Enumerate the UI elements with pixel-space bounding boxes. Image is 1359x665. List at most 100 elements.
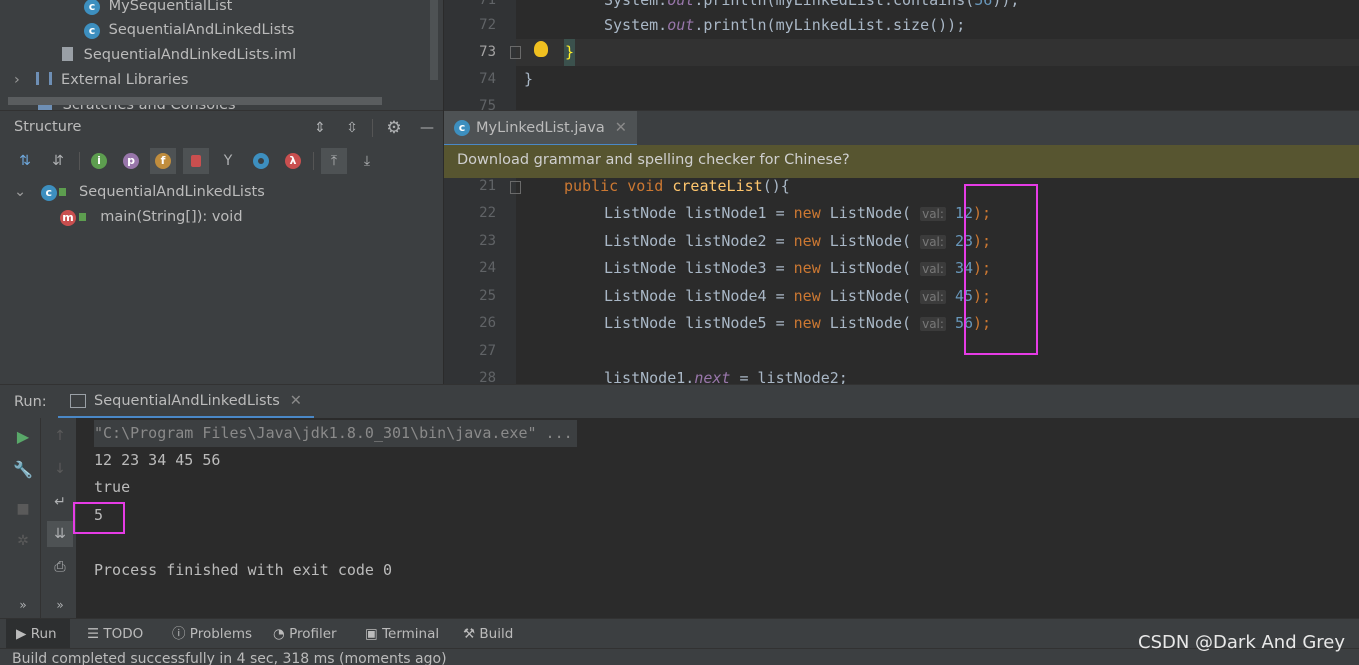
line-number: 26 — [479, 315, 496, 331]
line-number: 21 — [479, 178, 496, 194]
more-icon[interactable]: » — [10, 592, 36, 618]
show-lambdas-icon[interactable]: λ — [280, 148, 306, 174]
class-icon: c — [84, 0, 100, 15]
code-line-28: listNode1.next = listNode2; — [604, 369, 848, 384]
show-properties-icon[interactable]: p — [118, 148, 144, 174]
show-fields-icon[interactable]: f — [150, 148, 176, 174]
soft-wrap-icon[interactable]: ↵ — [47, 489, 73, 515]
public-lock-icon — [59, 188, 67, 196]
class-icon: c — [84, 23, 100, 39]
line-number: 72 — [479, 17, 496, 33]
tree-item-iml[interactable]: SequentialAndLinkedLists.iml — [62, 43, 296, 67]
code-line-21: public void createList(){ — [564, 177, 790, 195]
structure-method-node[interactable]: m main(String[]): void — [60, 205, 243, 229]
horizontal-scrollbar[interactable] — [8, 97, 382, 105]
code-line-listnode: ListNode listNode4 = new ListNode( val: … — [604, 287, 992, 305]
wrench-icon[interactable]: 🔧 — [10, 456, 36, 482]
editor-tab-strip: c MyLinkedList.java ✕ — [444, 110, 1359, 147]
class-icon: c — [40, 185, 57, 201]
tab-mylinkedlist[interactable]: c MyLinkedList.java ✕ — [444, 111, 637, 147]
sort-by-visibility-icon[interactable]: ⇅ — [12, 148, 38, 174]
show-non-public-icon[interactable] — [183, 148, 209, 174]
public-lock-icon — [78, 213, 86, 221]
code-line-72: System.out.println(myLinkedList.size()); — [604, 16, 966, 34]
library-icon — [36, 72, 53, 85]
run-left-toolbar: ▶ 🔧 ■ ✲ » ↑ ↓ ↵ ⇊ ⎙ » — [0, 418, 76, 618]
line-number: 22 — [479, 205, 496, 221]
code-line-listnode: ListNode listNode3 = new ListNode( val: … — [604, 259, 992, 277]
code-line-73: } — [564, 39, 576, 66]
toolbar-divider — [79, 152, 80, 170]
tree-item-sequentialandlinkedlists[interactable]: c SequentialAndLinkedLists — [84, 18, 294, 42]
tree-item-external-libraries[interactable]: › External Libraries — [14, 68, 188, 92]
file-icon — [62, 47, 73, 61]
close-icon[interactable]: ✕ — [290, 393, 302, 409]
console-output-line: true — [94, 478, 131, 496]
structure-panel: Structure ⇕ ⇳ ⚙ — ⇅ ⇵ i p f Y λ ⤒ ⤓ ⌄ c … — [0, 110, 443, 385]
down-arrow-icon[interactable]: ↓ — [47, 456, 73, 482]
structure-class-node[interactable]: ⌄ c SequentialAndLinkedLists — [14, 180, 265, 204]
notification-text: Download grammar and spelling checker fo… — [457, 152, 850, 168]
stop-icon[interactable]: ■ — [10, 496, 36, 522]
fold-marker-icon[interactable] — [510, 181, 521, 194]
show-lambdas-parent-icon[interactable] — [248, 148, 274, 174]
vertical-scrollbar[interactable] — [430, 0, 438, 80]
tree-item-mysequentiallist[interactable]: c MySequentialList — [84, 0, 232, 18]
close-icon[interactable]: ✕ — [615, 120, 627, 136]
play-icon: ▶ — [16, 626, 27, 642]
hide-icon[interactable]: — — [414, 115, 440, 141]
line-number: 24 — [479, 260, 496, 276]
up-arrow-icon[interactable]: ↑ — [47, 423, 73, 449]
console-command-line: "C:\Program Files\Java\jdk1.8.0_301\bin\… — [94, 420, 577, 447]
show-anonymous-icon[interactable]: Y — [215, 148, 241, 174]
expand-all-icon[interactable]: ⇕ — [307, 115, 333, 141]
list-icon: ☰ — [87, 626, 100, 642]
code-line-listnode: ListNode listNode2 = new ListNode( val: … — [604, 232, 992, 250]
line-number: 74 — [479, 71, 496, 87]
chevron-right-icon[interactable]: › — [14, 72, 20, 88]
rerun-icon[interactable]: ▶ — [10, 423, 36, 449]
line-number: 25 — [479, 288, 496, 304]
info-icon: ⓘ — [172, 626, 186, 642]
line-number: 73 — [479, 44, 496, 60]
run-tab[interactable]: SequentialAndLinkedLists ✕ — [58, 385, 314, 419]
class-icon: c — [454, 119, 470, 136]
scroll-to-end-icon[interactable]: ⇊ — [47, 521, 73, 547]
console-output-line: Process finished with exit code 0 — [94, 561, 393, 579]
highlight-box-values — [964, 184, 1038, 355]
current-line-highlight — [516, 39, 1359, 66]
console-output[interactable] — [76, 418, 1359, 618]
console-icon — [70, 393, 86, 408]
structure-title: Structure — [14, 119, 82, 135]
terminal-icon: ▣ — [365, 626, 378, 642]
status-text: Build completed successfully in 4 sec, 3… — [12, 651, 447, 665]
tool-tab-run[interactable]: ▶ Run — [16, 624, 57, 644]
project-panel: c MySequentialList c SequentialAndLinked… — [0, 0, 443, 113]
watermark: CSDN @Dark And Grey — [1138, 632, 1346, 653]
tool-tab-build[interactable]: ⚒ Build — [463, 624, 513, 644]
run-label: Run: — [14, 394, 47, 410]
highlight-box-size — [73, 502, 125, 534]
gear-icon[interactable]: ⚙ — [381, 115, 407, 141]
more-icon[interactable]: » — [47, 592, 73, 618]
show-inherited-icon[interactable]: i — [86, 148, 112, 174]
print-icon[interactable]: ⎙ — [47, 554, 73, 580]
tool-tab-todo[interactable]: ☰ TODO — [87, 624, 143, 644]
collapse-all-icon[interactable]: ⇳ — [339, 115, 365, 141]
bug-icon[interactable]: ✲ — [10, 528, 36, 554]
chevron-down-icon[interactable]: ⌄ — [14, 184, 26, 200]
code-line-listnode: ListNode listNode5 = new ListNode( val: … — [604, 314, 992, 332]
fold-marker-icon[interactable] — [510, 46, 521, 59]
run-panel-header: Run: SequentialAndLinkedLists ✕ — [0, 384, 1359, 419]
tool-tab-terminal[interactable]: ▣ Terminal — [365, 624, 439, 644]
method-icon: m — [60, 210, 76, 226]
lightbulb-icon[interactable] — [534, 41, 548, 57]
autoscroll-from-source-icon[interactable]: ⤓ — [354, 148, 380, 174]
tool-tab-problems[interactable]: ⓘ Problems — [172, 624, 252, 644]
code-line-listnode: ListNode listNode1 = new ListNode( val: … — [604, 204, 992, 222]
line-number: 27 — [479, 343, 496, 359]
sort-alphabetically-icon[interactable]: ⇵ — [45, 148, 71, 174]
line-number: 23 — [479, 233, 496, 249]
tool-tab-profiler[interactable]: ◔ Profiler — [273, 624, 337, 644]
navigate-with-single-click-icon[interactable]: ⤒ — [321, 148, 347, 174]
